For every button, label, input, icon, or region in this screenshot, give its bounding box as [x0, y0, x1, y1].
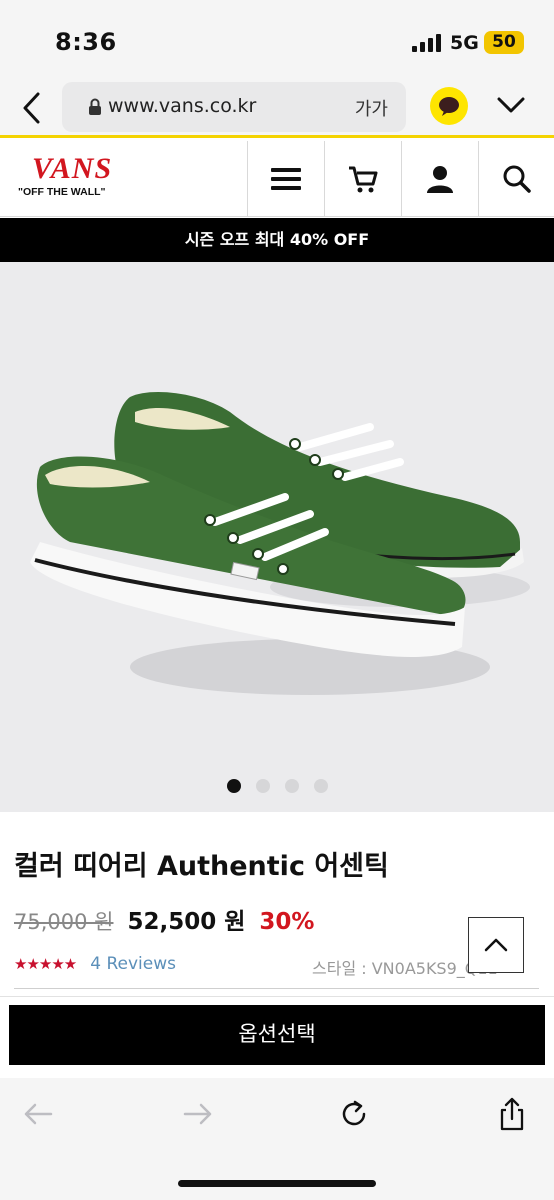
vans-logo[interactable]: VANS "OFF THE WALL" — [18, 153, 244, 199]
reload-icon[interactable] — [334, 1096, 374, 1132]
lock-icon — [88, 98, 102, 120]
status-bar: 8:36 5G 50 — [0, 0, 554, 78]
back-icon[interactable] — [18, 90, 48, 126]
carousel-dots — [0, 779, 554, 793]
chevron-up-icon — [484, 938, 508, 952]
url-text: www.vans.co.kr — [108, 95, 257, 117]
product-title: 컬러 띠어리 Authentic 어센틱 — [14, 851, 389, 882]
text-size-button[interactable]: 가가 — [355, 95, 388, 121]
brand-slogan: "OFF THE WALL" — [18, 186, 106, 198]
kakaotalk-icon[interactable] — [430, 87, 468, 125]
user-icon[interactable] — [401, 141, 478, 216]
select-option-button[interactable]: 옵션선택 — [9, 1005, 545, 1065]
discount-badge: 30% — [259, 909, 315, 935]
site-header: VANS "OFF THE WALL" — [0, 141, 554, 217]
divider — [14, 988, 539, 989]
menu-icon[interactable] — [247, 141, 324, 216]
url-field[interactable]: www.vans.co.kr 가가 — [62, 82, 406, 132]
chevron-down-icon[interactable] — [496, 92, 526, 122]
scroll-to-top-button[interactable] — [468, 917, 524, 973]
home-indicator[interactable] — [178, 1180, 376, 1187]
price-row: 75,000 원 52,500 원 30% — [14, 902, 314, 936]
product-image[interactable] — [0, 262, 554, 812]
cart-icon[interactable] — [324, 141, 401, 216]
promo-banner[interactable]: 시즌 오프 최대 40% OFF — [0, 218, 554, 262]
carousel-dot[interactable] — [255, 779, 270, 793]
network-type: 5G — [450, 32, 479, 54]
reviews-link[interactable]: 4 Reviews — [90, 954, 176, 974]
sale-price: 52,500 원 — [127, 909, 246, 935]
option-bar: 옵션선택 — [0, 996, 554, 1078]
review-row: ★★★★★ 4 Reviews — [14, 954, 176, 974]
carousel-dot[interactable] — [284, 779, 299, 793]
search-icon[interactable] — [478, 141, 554, 216]
signal-icon — [412, 34, 441, 52]
product-info: 컬러 띠어리 Authentic 어센틱 75,000 원 52,500 원 3… — [0, 812, 554, 998]
original-price: 75,000 원 — [14, 910, 114, 934]
forward-arrow-icon[interactable] — [178, 1096, 218, 1132]
browser-address-bar: www.vans.co.kr 가가 — [0, 78, 554, 138]
battery-indicator: 50 — [484, 31, 524, 54]
status-time: 8:36 — [55, 28, 117, 56]
brand-name: VANS — [32, 152, 113, 185]
carousel-dot[interactable] — [313, 779, 328, 793]
back-arrow-icon[interactable] — [18, 1096, 58, 1132]
carousel-dot[interactable] — [226, 779, 241, 793]
share-icon[interactable] — [492, 1096, 532, 1132]
rating-stars: ★★★★★ — [14, 955, 77, 973]
